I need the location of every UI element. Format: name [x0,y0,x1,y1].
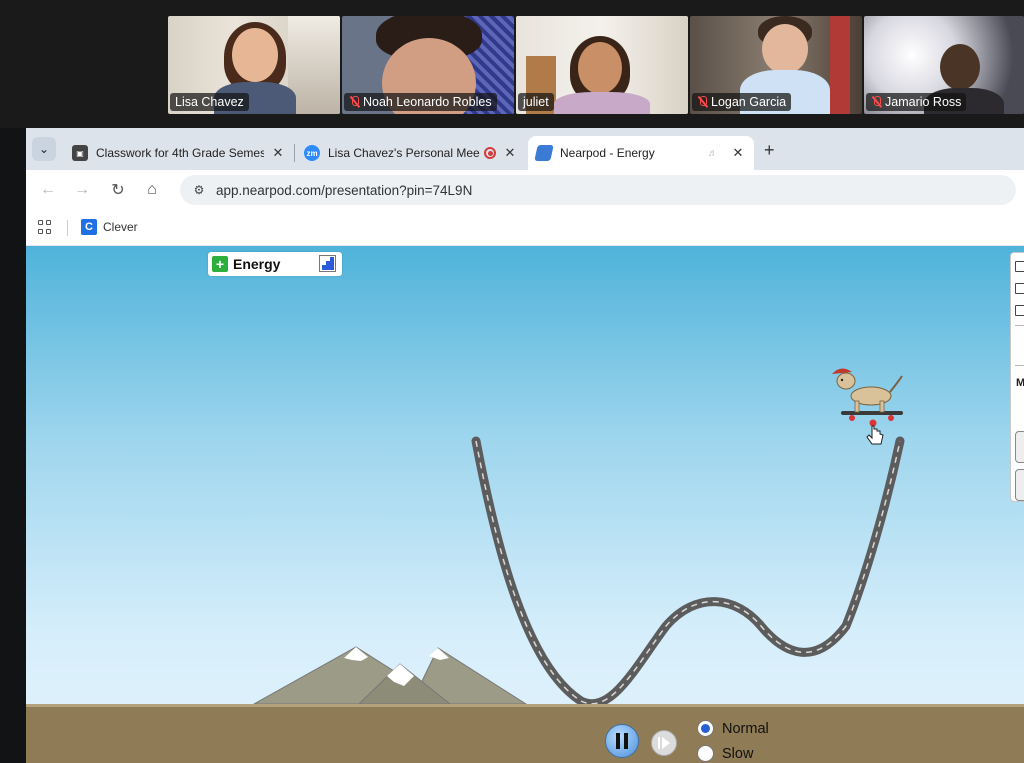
bookmark-label: Clever [103,220,138,234]
hand-cursor-icon [866,419,884,445]
arrow-right-icon: → [74,181,90,198]
slider-knob[interactable] [1015,431,1024,463]
sim-scene [252,368,905,708]
energy-panel[interactable]: + Energy [208,252,342,276]
video-tile-1[interactable]: Lisa Chavez [168,16,340,114]
energy-skate-park-simulation: + Energy M Normal Slow [26,246,1024,763]
mic-muted-icon [349,96,360,108]
speed-label: Normal [722,720,769,737]
pause-button[interactable] [605,724,639,758]
plus-icon: + [764,140,775,160]
video-tile-4[interactable]: Logan Garcia [690,16,862,114]
clever-icon: C [81,219,97,235]
close-icon[interactable]: ✕ [502,145,518,161]
participant-name: Logan Garcia [692,93,792,111]
tab-nearpod-energy[interactable]: Nearpod - Energy ♬ ✕ [528,136,754,170]
tab-title: Classwork for 4th Grade Semes [96,146,264,160]
bar-chart-icon[interactable] [319,255,336,272]
zoom-icon: zm [304,145,320,161]
close-icon[interactable]: ✕ [270,145,286,161]
speed-option-slow[interactable]: Slow [697,745,753,762]
option-checkbox[interactable] [1015,283,1024,294]
close-icon[interactable]: ✕ [730,145,746,161]
tab-zoom-meeting[interactable]: zm Lisa Chavez's Personal Mee ✕ [296,136,526,170]
participant-name: Noah Leonardo Robles [344,93,497,111]
participant-name: Lisa Chavez [170,93,249,111]
participant-name: juliet [518,93,554,111]
tab-title: Lisa Chavez's Personal Mee [328,146,480,160]
speaker-icon: ♬ [708,147,718,159]
reload-icon: ↻ [111,182,125,199]
ground [26,704,1024,763]
option-checkbox[interactable] [1015,261,1024,272]
home-button[interactable]: ⌂ [140,178,164,202]
classroom-icon: ▣ [72,145,88,161]
tab-bar: ⌄ ▣ Classwork for 4th Grade Semes ✕ zm L… [26,128,1024,170]
bookmark-separator [67,220,68,236]
panel-divider [1015,365,1024,366]
bookmarks-bar: C Clever [26,210,1024,246]
chevron-down-icon: ⌄ [38,142,50,156]
participant-name: Jamario Ross [866,93,967,111]
new-tab-button[interactable]: + [764,140,775,161]
site-settings-icon[interactable]: ⚙ [186,183,212,197]
radio-button-selected[interactable] [697,720,714,737]
reload-button[interactable]: ↻ [106,178,130,202]
arrow-left-icon: ← [40,181,56,198]
skater-dog[interactable] [832,368,903,421]
option-checkbox[interactable] [1015,305,1024,316]
address-bar[interactable]: ⚙ app.nearpod.com/presentation?pin=74L9N [180,175,1016,205]
video-tile-2[interactable]: Noah Leonardo Robles [342,16,514,114]
home-icon: ⌂ [147,181,157,198]
bookmark-clever[interactable]: C Clever [81,219,138,235]
slider-knob[interactable] [1015,469,1024,501]
radio-button[interactable] [697,745,714,762]
step-forward-button[interactable] [651,730,677,756]
recording-icon [484,147,496,159]
forward-button[interactable]: → [70,178,94,202]
tab-search-button[interactable]: ⌄ [32,137,56,161]
speed-option-normal[interactable]: Normal [697,720,769,737]
url-text: app.nearpod.com/presentation?pin=74L9N [216,182,473,198]
nearpod-icon [534,145,554,161]
mic-muted-icon [871,96,882,108]
mic-muted-icon [697,96,708,108]
browser-toolbar: ← → ↻ ⌂ ⚙ app.nearpod.com/presentation?p… [26,170,1024,210]
tab-classwork[interactable]: ▣ Classwork for 4th Grade Semes ✕ [64,136,294,170]
tab-title: Nearpod - Energy [560,146,655,160]
apps-grid-icon[interactable] [38,220,52,234]
mountains-scenery [252,646,528,705]
tab-separator [294,144,295,162]
energy-label: Energy [233,256,281,272]
panel-section-label: M [1016,377,1024,389]
panel-divider [1015,325,1024,326]
back-button[interactable]: ← [36,178,60,202]
browser-window: ⌄ ▣ Classwork for 4th Grade Semes ✕ zm L… [26,128,1024,763]
options-side-panel: M [1010,252,1024,502]
speed-label: Slow [722,745,754,762]
skate-track[interactable] [471,436,905,708]
video-tile-3[interactable]: juliet [516,16,688,114]
zoom-video-strip: Lisa Chavez Noah Leonardo Robles juliet … [0,0,1024,128]
video-tile-5[interactable]: Jamario Ross [864,16,1024,114]
expand-plus-icon[interactable]: + [212,256,228,272]
